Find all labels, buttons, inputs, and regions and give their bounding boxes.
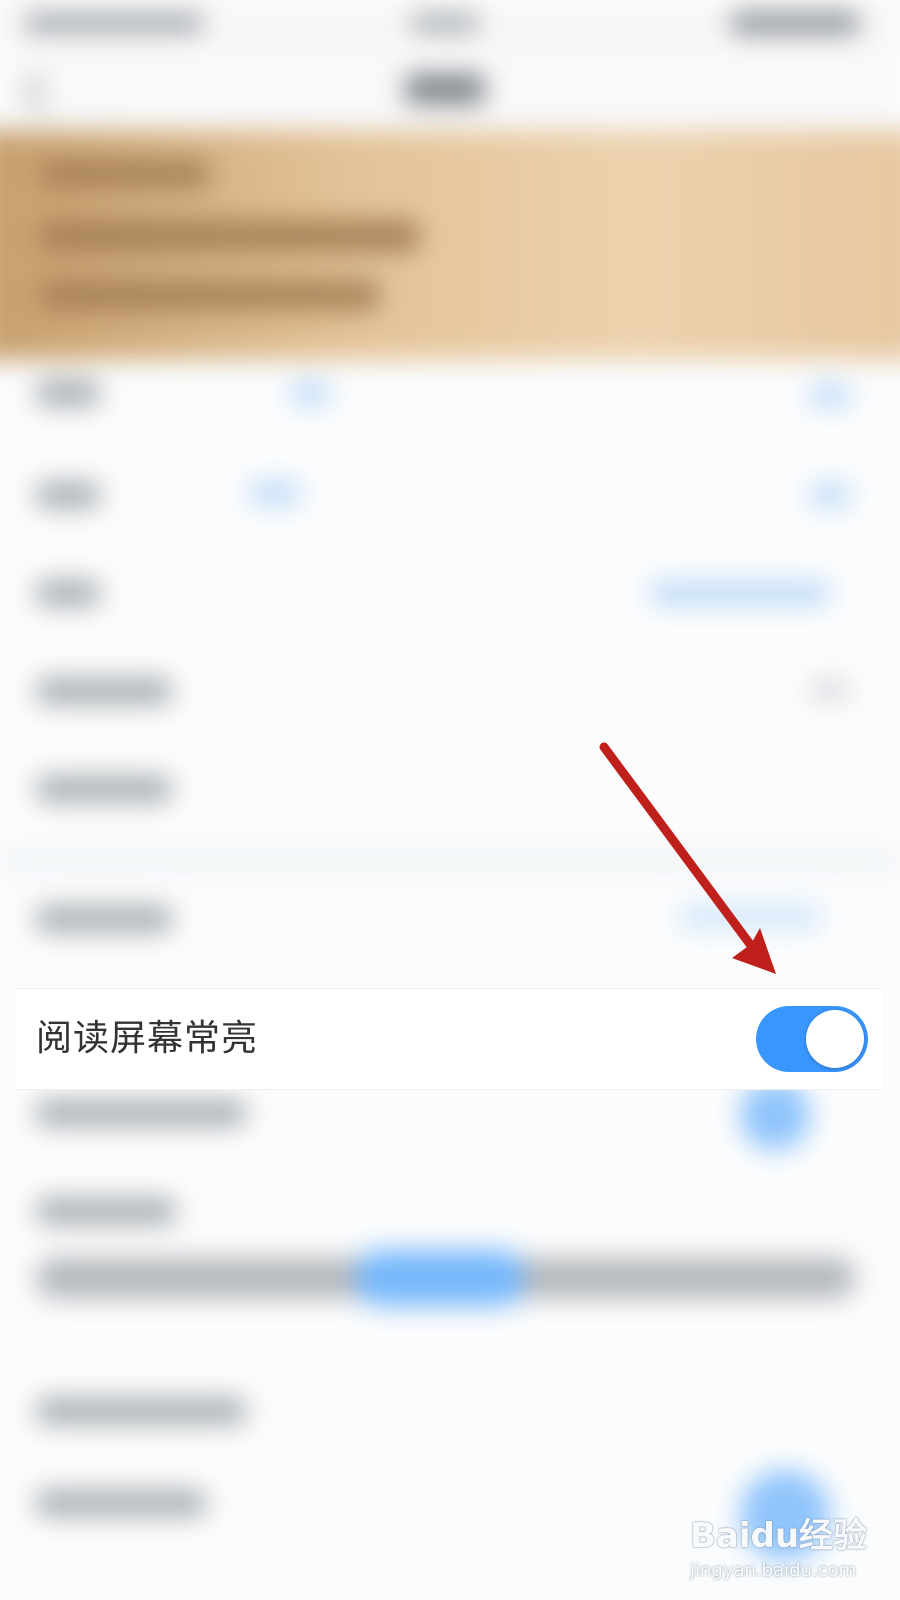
- back-icon[interactable]: [22, 72, 62, 112]
- status-carrier-blur: [24, 14, 204, 32]
- row-label-10: [36, 1490, 206, 1516]
- row-value-1b[interactable]: [810, 384, 850, 406]
- row-value-3[interactable]: [650, 582, 830, 604]
- watermark-logo: Baidu经验: [690, 1516, 868, 1556]
- settings-screen: 阅读屏幕常亮 Baidu经验 jingyan.baidu.com: [0, 0, 900, 1600]
- row-label-7: [36, 1100, 246, 1126]
- status-bar: [0, 0, 900, 50]
- row-label-8: [36, 1198, 176, 1224]
- row-value-6[interactable]: [680, 906, 820, 928]
- status-time-blur: [410, 14, 480, 32]
- nav-bar: [0, 50, 900, 130]
- row-label-4: [36, 678, 172, 704]
- row-label-9: [36, 1398, 246, 1424]
- banner-line-2: [40, 220, 420, 252]
- setting-label: 阅读屏幕常亮: [36, 1018, 259, 1059]
- row-value-1[interactable]: [290, 382, 330, 404]
- page-title-blur: [405, 74, 485, 104]
- row-toggle-7[interactable]: [740, 1080, 810, 1150]
- row-value-2b[interactable]: [810, 484, 850, 506]
- banner-line-1: [40, 160, 210, 188]
- brightness-slider-thumb[interactable]: [355, 1250, 525, 1306]
- row-label-1: [36, 380, 100, 406]
- row-chevron-4[interactable]: [810, 680, 850, 700]
- status-battery-blur: [730, 12, 860, 34]
- row-value-2[interactable]: [250, 482, 300, 504]
- blurred-background: [0, 0, 900, 1600]
- row-label-5: [36, 776, 172, 802]
- promo-banner[interactable]: [0, 130, 900, 360]
- section-separator: [0, 850, 900, 872]
- toggle-knob: [806, 1010, 864, 1068]
- row-label-6: [36, 906, 172, 932]
- keep-screen-on-toggle[interactable]: [756, 1006, 868, 1072]
- watermark-url: jingyan.baidu.com: [690, 1560, 857, 1581]
- row-label-2: [36, 482, 100, 508]
- setting-row-keep-screen-on[interactable]: 阅读屏幕常亮: [16, 988, 882, 1090]
- baidu-watermark: Baidu经验 jingyan.baidu.com: [690, 1508, 890, 1594]
- row-label-3: [36, 580, 100, 606]
- banner-line-3: [40, 280, 380, 310]
